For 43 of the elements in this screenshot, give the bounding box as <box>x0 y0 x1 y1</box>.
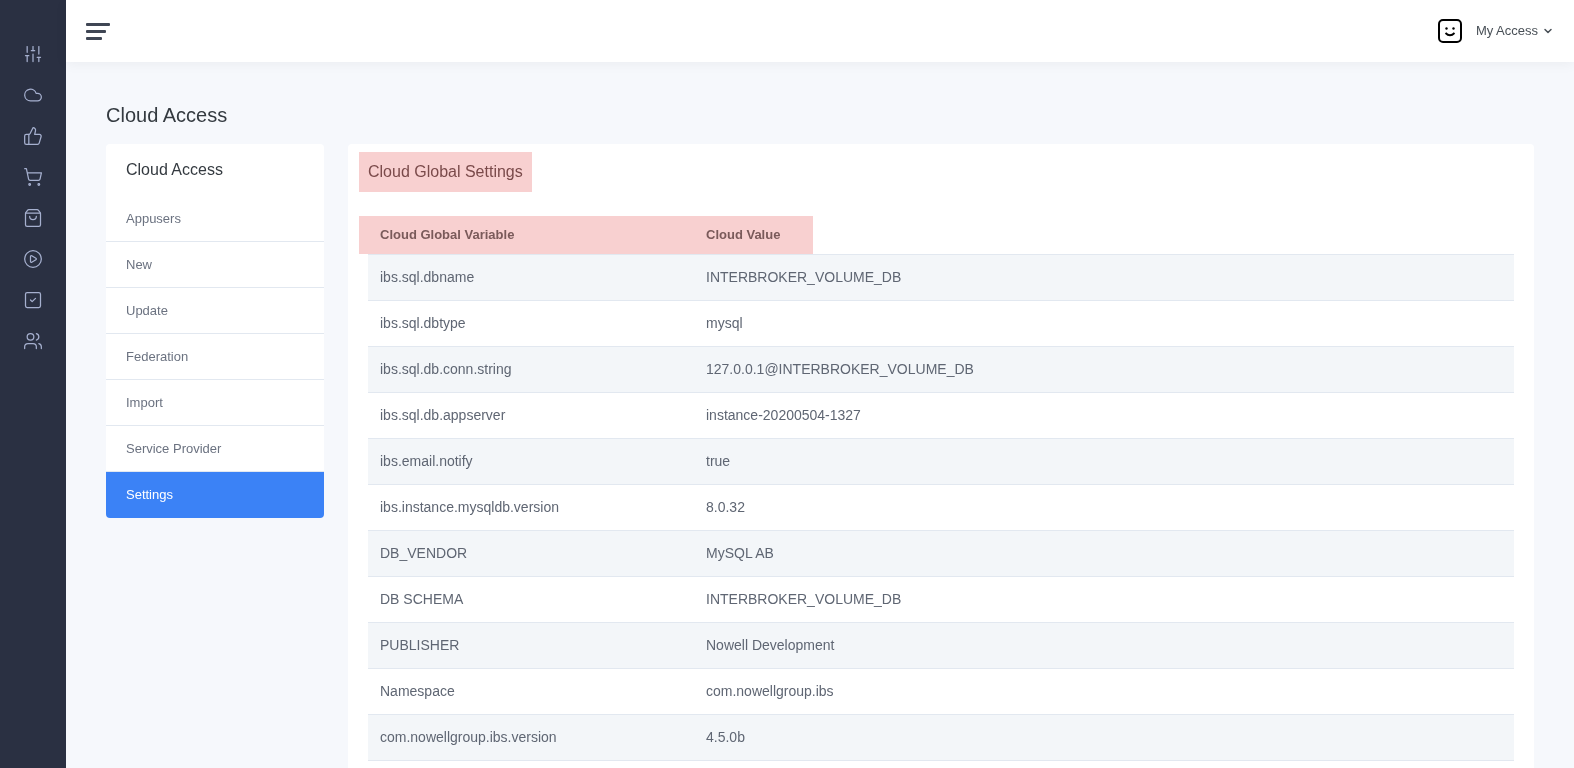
table-cell-text: DB_VENDOR <box>379 544 469 563</box>
side-menu-item[interactable]: Settings <box>106 472 324 518</box>
column-header: Cloud Global Variable <box>379 226 516 245</box>
page-title: Cloud Access <box>106 103 229 128</box>
checkbox-icon[interactable] <box>23 290 43 310</box>
cart-icon[interactable] <box>23 167 43 187</box>
smiley-face-icon[interactable] <box>1437 19 1462 43</box>
table-cell-text: ibs.sql.db.appserver <box>379 406 507 425</box>
side-menu-item[interactable]: Appusers <box>106 196 324 242</box>
side-menu-item[interactable]: Federation <box>106 334 324 380</box>
table-cell-text: com.nowellgroup.ibs <box>706 682 834 701</box>
table-cell-text: ibs.instance.mysqldb.version <box>379 498 560 517</box>
table-cell-text: MySQL AB <box>706 544 774 563</box>
user-menu[interactable]: My Access <box>1475 21 1554 41</box>
table-cell-text: DB SCHEMA <box>379 590 465 609</box>
table-cell-text: instance-20200504-1327 <box>706 406 861 425</box>
play-icon[interactable] <box>23 249 43 269</box>
thumbs-up-icon[interactable] <box>23 126 43 146</box>
table-cell-text: ibs.sql.dbname <box>379 268 476 287</box>
table-cell-text: com.nowellgroup.ibs.version <box>379 728 558 747</box>
side-menu-item[interactable]: New <box>106 242 324 288</box>
menu-icon[interactable] <box>86 21 110 41</box>
panel-title: Cloud Global Settings <box>359 152 532 192</box>
table-cell-text: Nowell Development <box>706 636 835 655</box>
table-cell-text: ibs.sql.dbtype <box>379 314 467 333</box>
users-icon[interactable] <box>23 331 43 351</box>
table-cell-text: 127.0.0.1@INTERBROKER_VOLUME_DB <box>706 360 974 379</box>
table-cell-text: true <box>706 452 731 471</box>
side-menu-item[interactable]: Update <box>106 288 324 334</box>
table-cell-text: INTERBROKER_VOLUME_DB <box>706 590 902 609</box>
sliders-icon[interactable] <box>23 44 43 64</box>
table-cell-text: Namespace <box>379 682 456 701</box>
table-cell-text: INTERBROKER_VOLUME_DB <box>706 268 902 287</box>
table-cell-text: 8.0.32 <box>706 498 745 517</box>
column-header: Cloud Value <box>706 226 781 245</box>
table-cell-text: mysql <box>706 314 743 333</box>
side-menu-title: Cloud Access <box>125 160 224 180</box>
bag-icon[interactable] <box>23 208 43 228</box>
table-cell-text: 4.5.0b <box>706 728 745 747</box>
table-cell-text: PUBLISHER <box>379 636 461 655</box>
table-cell-text: ibs.email.notify <box>379 452 474 471</box>
side-menu-item[interactable]: Import <box>106 380 324 426</box>
table-cell-text: ibs.sql.db.conn.string <box>379 360 513 379</box>
